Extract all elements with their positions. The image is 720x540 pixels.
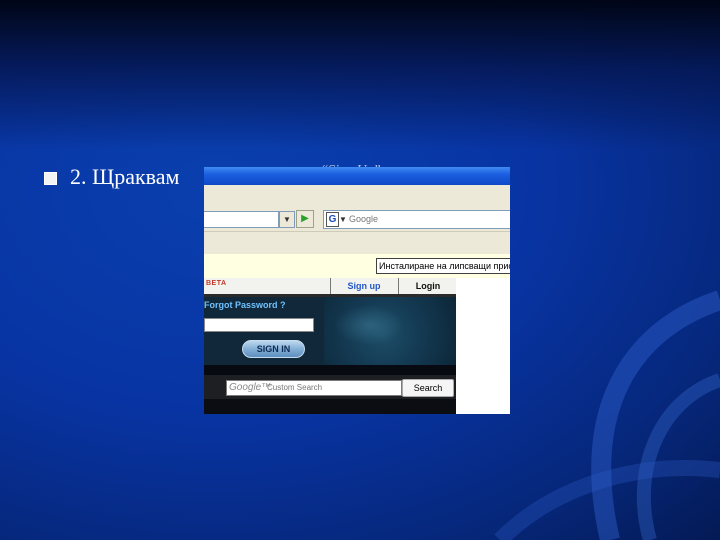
slide-top-gradient bbox=[0, 0, 720, 150]
forgot-password-link[interactable]: Forgot Password ? bbox=[204, 300, 286, 310]
menu-strip bbox=[204, 185, 510, 208]
bullet-square-icon bbox=[44, 172, 57, 185]
information-bar: Инсталиране на липсващи приставки bbox=[204, 254, 510, 279]
sign-in-button[interactable]: SIGN IN bbox=[242, 340, 305, 358]
signup-link[interactable]: Sign up bbox=[330, 278, 397, 294]
install-plugins-button[interactable]: Инсталиране на липсващи приставки bbox=[376, 258, 510, 274]
custom-search-input[interactable]: Google™ Custom Search bbox=[226, 380, 402, 396]
address-dropdown-button[interactable]: ▼ bbox=[279, 211, 295, 228]
bullet-text: 2. Щраквам bbox=[70, 164, 180, 189]
dark-band bbox=[204, 365, 456, 375]
search-button[interactable]: Search bbox=[402, 379, 454, 397]
chevron-down-icon[interactable]: ▼ bbox=[339, 211, 347, 228]
chevron-down-icon: ▼ bbox=[283, 215, 291, 224]
window-titlebar bbox=[204, 167, 510, 185]
browser-screenshot: ▼ ▶ G ▼ Google Инсталиране на липсващи п… bbox=[204, 167, 510, 414]
go-button[interactable]: ▶ bbox=[296, 210, 314, 228]
address-toolbar: ▼ ▶ G ▼ Google bbox=[204, 207, 510, 231]
hero-image bbox=[324, 297, 456, 365]
links-toolbar bbox=[204, 231, 510, 255]
login-link[interactable]: Login bbox=[398, 278, 457, 294]
address-input[interactable] bbox=[204, 211, 279, 228]
login-panel: Forgot Password ? SIGN IN bbox=[204, 297, 324, 365]
google-search-placeholder: Google bbox=[349, 214, 379, 224]
google-logo: Google™ bbox=[229, 382, 272, 393]
website-frame: BETA Sign up Login Forgot Password ? SIG… bbox=[204, 278, 456, 414]
site-footer bbox=[204, 399, 456, 414]
google-toolbar-search[interactable]: G ▼ Google bbox=[323, 210, 510, 229]
site-search-row: Google™ Custom Search Search bbox=[204, 375, 456, 399]
google-g-icon[interactable]: G bbox=[326, 212, 339, 227]
password-input[interactable] bbox=[204, 318, 314, 332]
play-arrow-icon: ▶ bbox=[301, 213, 309, 224]
site-header: BETA Sign up Login bbox=[204, 278, 456, 295]
web-page: BETA Sign up Login Forgot Password ? SIG… bbox=[204, 278, 510, 414]
beta-badge: BETA bbox=[206, 280, 227, 287]
slide-bullet-text: 2. Щраквам “Sign Up” bbox=[70, 162, 381, 192]
custom-search-placeholder: Custom Search bbox=[267, 383, 323, 392]
